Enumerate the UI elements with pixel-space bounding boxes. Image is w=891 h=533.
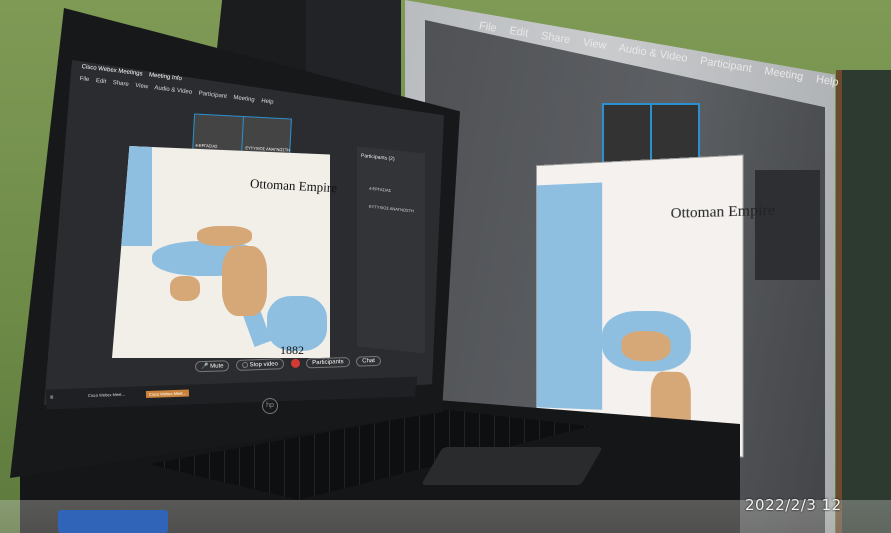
chat-label: Chat: [362, 358, 375, 365]
taskbar-webex-1[interactable]: Cisco Webex Meet...: [88, 392, 125, 398]
stop-video-button[interactable]: ▢ Stop video: [235, 358, 285, 371]
projected-menu-file: File: [478, 20, 498, 35]
photo-scene: File Edit Share View Audio & Video Parti…: [0, 0, 891, 533]
participant-entry[interactable]: ΕΥΤΥΧΙΟΣ ΑΝΑΓΝΩΣΤΗ: [369, 204, 414, 214]
participants-label: Participants: [312, 359, 344, 367]
projected-participants-panel: [755, 170, 820, 280]
menu-file[interactable]: File: [79, 76, 89, 83]
ottoman-region-anatolia: [197, 226, 252, 246]
ottoman-region-levant: [222, 246, 267, 316]
taskbar-webex-2[interactable]: Cisco Webex Meet...: [146, 390, 189, 398]
video-label-1: 4-ΕΡΓΑΣΙΑΣ: [195, 142, 218, 149]
participant-entry[interactable]: 4-ΕΡΓΑΣΙΑΣ: [369, 186, 391, 193]
projected-sea-atlantic: [536, 182, 603, 410]
mute-button[interactable]: 🎤 Mute: [194, 360, 230, 373]
mute-label: Mute: [210, 363, 224, 370]
windows-start-icon[interactable]: ⊞: [50, 394, 54, 399]
photo-timestamp: 2022/2/3 12: [745, 496, 842, 514]
hp-logo-icon: hp: [262, 398, 278, 414]
usb-device: [58, 510, 168, 533]
participants-header: Participants (2): [361, 152, 395, 163]
end-call-button[interactable]: [290, 358, 300, 368]
map-year: 1882: [280, 343, 304, 357]
ottoman-region-libya: [170, 276, 200, 301]
stop-video-label: Stop video: [249, 361, 278, 369]
menu-edit[interactable]: Edit: [95, 78, 106, 85]
projected-map-title: Ottoman Empire: [670, 202, 775, 222]
projected-ottoman-region-a: [621, 330, 671, 362]
chalkboard: [836, 70, 891, 533]
laptop-trackpad: [421, 447, 603, 485]
participants-panel: Participants (2) 4-ΕΡΓΑΣΙΑΣ ΕΥΤΥΧΙΟΣ ΑΝΑ…: [357, 146, 425, 354]
participants-button[interactable]: Participants: [306, 356, 350, 369]
chat-button[interactable]: Chat: [356, 355, 382, 367]
